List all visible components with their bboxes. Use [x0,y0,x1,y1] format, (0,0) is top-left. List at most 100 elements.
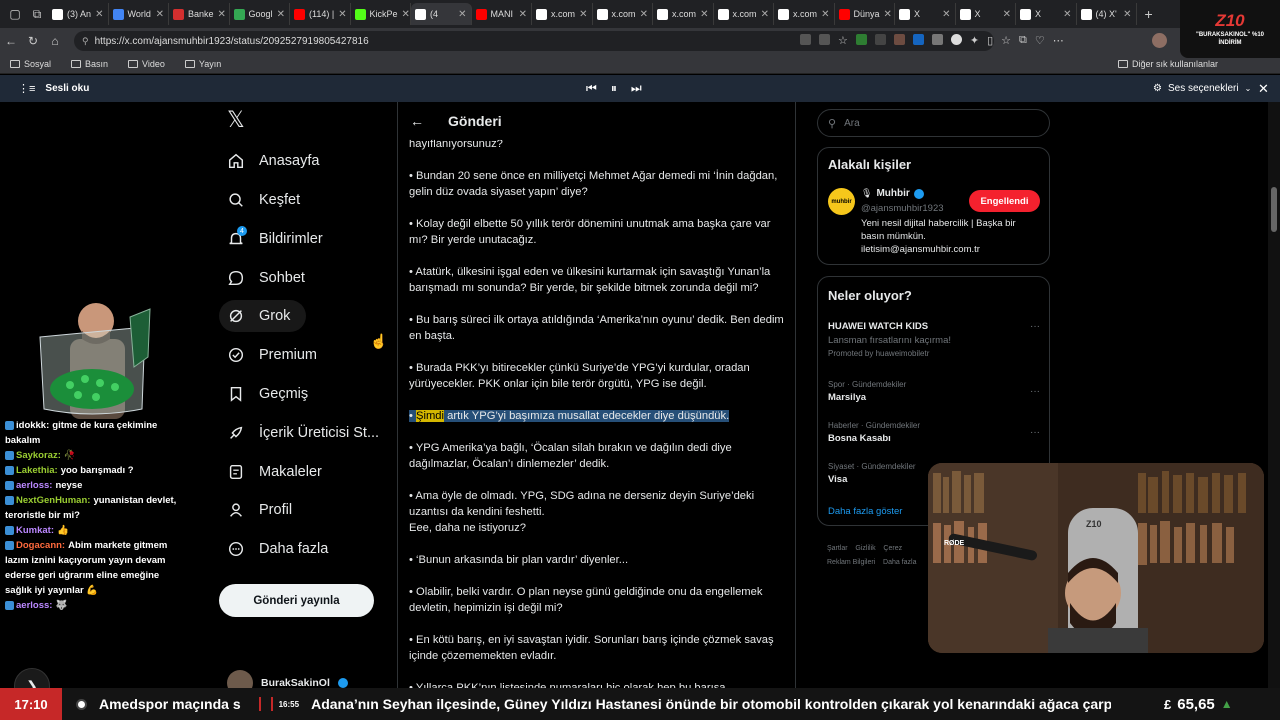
nav-item-9[interactable]: Makaleler [219,456,322,488]
more-options-icon[interactable]: ··· [1030,386,1040,397]
browser-tab[interactable]: Googl ✕ [230,3,290,25]
browser-tab[interactable]: x.com ✕ [532,3,593,25]
profile-avatar[interactable] [1152,33,1167,48]
browser-tab[interactable]: x.com ✕ [653,3,714,25]
tab-close-icon[interactable]: ✕ [700,9,708,20]
nav-item-8[interactable]: İçerik Üreticisi St... [219,417,379,449]
tab-close-icon[interactable]: ✕ [1063,9,1071,20]
browser-tab[interactable]: (114) | ✕ [290,3,351,25]
browser-tab[interactable]: World ✕ [109,3,169,25]
tab-close-icon[interactable]: ✕ [579,9,587,20]
nav-item-7[interactable]: Geçmiş [219,378,308,410]
site-info-icon[interactable]: ⚲ [82,36,89,47]
tab-close-icon[interactable]: ✕ [942,9,950,20]
tab-close-icon[interactable]: ✕ [640,9,648,20]
browser-tab[interactable]: KickPe ✕ [351,3,411,25]
post-button[interactable]: Gönderi yayınla [219,584,374,617]
footer-more[interactable]: Daha fazla [883,559,916,566]
extension-icon[interactable] [819,34,830,45]
browser-tab[interactable]: (3) An ✕ [48,3,109,25]
bookmark-folder[interactable]: Sosyal [10,59,51,69]
pause-icon[interactable]: ⏸ [611,81,617,96]
tab-close-icon[interactable]: ✕ [519,9,527,20]
footer-ads[interactable]: Reklam Bilgileri [827,559,875,566]
bookmark-folder[interactable]: Basın [71,59,108,69]
footer-cookies[interactable]: Çerez [883,545,902,552]
trend-item[interactable]: Haberler · Gündemdekiler Bosna Kasabı ··· [828,421,1040,444]
scrollbar-thumb[interactable] [1271,187,1277,232]
nav-item-10[interactable]: Profil [219,494,292,526]
browser-menu-icon[interactable]: ⋯ [1053,34,1064,47]
browser-tab[interactable]: (4) X' ✕ [1077,3,1137,25]
tab-close-icon[interactable]: ✕ [1003,9,1011,20]
browser-tab[interactable]: X ✕ [1016,3,1077,25]
nav-item-3[interactable]: 4 Bildirimler [219,223,323,255]
browser-tab[interactable]: X ✕ [895,3,956,25]
extension-icon[interactable] [950,34,962,45]
back-arrow-icon[interactable]: ← [410,113,424,129]
person-avatar[interactable]: muhbir [828,188,855,215]
tab-close-icon[interactable]: ✕ [277,9,285,20]
footer-terms[interactable]: Şartlar [827,545,848,552]
star-icon[interactable]: ☆ [838,34,848,47]
tab-close-icon[interactable]: ✕ [761,9,769,20]
next-icon[interactable]: ⏭ [631,81,642,96]
bookmark-folder[interactable]: Yayın [184,59,221,69]
browser-tab[interactable]: MANI ✕ [472,3,532,25]
health-icon[interactable]: ♡ [1035,34,1045,47]
nav-item-6[interactable]: Premium [219,339,317,371]
extension-icon[interactable] [931,34,943,45]
home-browser-icon[interactable]: ⌂ [44,34,66,48]
tab-close-icon[interactable]: ✕ [884,9,892,20]
voice-options-button[interactable]: ⚙ Ses seçenekleri ⌄ [1153,83,1251,94]
tab-actions-icon[interactable]: ▢ [4,7,26,21]
nav-item-4[interactable]: Sohbet [219,262,305,294]
browser-tab[interactable]: x.com ✕ [714,3,774,25]
more-options-icon[interactable]: ··· [1030,427,1040,438]
extension-icon[interactable] [874,34,886,45]
browser-tab[interactable]: x.com ✕ [774,3,835,25]
footer-privacy[interactable]: Gizlilik [855,545,875,552]
collections-icon[interactable]: ⧉ [1019,34,1027,47]
browser-tab[interactable]: X ✕ [956,3,1016,25]
close-icon[interactable]: ✕ [1258,81,1269,97]
show-more-link[interactable]: Daha fazla göster [828,506,902,517]
bookmark-folder[interactable]: Video [128,59,165,69]
tab-close-icon[interactable]: ✕ [821,9,829,20]
tab-close-icon[interactable]: ✕ [1123,9,1131,20]
tab-close-icon[interactable]: ✕ [458,9,466,20]
more-options-icon[interactable]: ··· [1030,321,1040,332]
favorites-icon[interactable]: ☆ [1001,34,1011,47]
page-scrollbar[interactable] [1268,102,1280,688]
tab-close-icon[interactable]: ✕ [338,9,346,20]
previous-icon[interactable]: ⏮ [586,81,597,96]
tab-close-icon[interactable]: ✕ [95,9,103,20]
split-view-icon[interactable]: ▯ [987,34,993,47]
extension-icon[interactable] [800,34,811,45]
new-tab-button[interactable]: + [1145,6,1153,22]
extension-icon[interactable] [855,34,867,45]
person-handle[interactable]: @ajansmuhbir1923 [861,203,944,214]
browser-tab[interactable]: Banke ✕ [169,3,230,25]
nav-item-5[interactable]: Grok [219,300,307,332]
blocked-button[interactable]: Engellendi [969,190,1040,212]
nav-item-2[interactable]: Keşfet [219,184,300,216]
tab-close-icon[interactable]: ✕ [156,9,164,20]
extensions-puzzle-icon[interactable]: ✦ [970,34,979,47]
other-bookmarks[interactable]: Diğer sık kullanılanlar [1117,59,1218,69]
tab-groups-icon[interactable]: ⧉ [26,7,48,22]
expand-chat-button[interactable]: ❯ [14,668,50,688]
browser-tab[interactable]: Dünya ✕ [835,3,895,25]
browser-tab[interactable]: (4 ✕ [411,3,472,25]
trend-item[interactable]: Spor · Gündemdekiler Marsilya ··· [828,380,1040,403]
extension-icon[interactable] [893,34,905,45]
extension-icon[interactable] [912,34,924,45]
person-name[interactable]: Muhbir [876,188,909,199]
back-icon[interactable]: ← [0,34,22,48]
tab-close-icon[interactable]: ✕ [402,9,410,20]
tab-close-icon[interactable]: ✕ [218,9,226,20]
search-input[interactable]: ⚲ Ara [817,109,1050,137]
browser-tab[interactable]: x.com ✕ [593,3,653,25]
nav-item-11[interactable]: Daha fazla [219,533,328,565]
reload-icon[interactable]: ↻ [22,34,44,48]
